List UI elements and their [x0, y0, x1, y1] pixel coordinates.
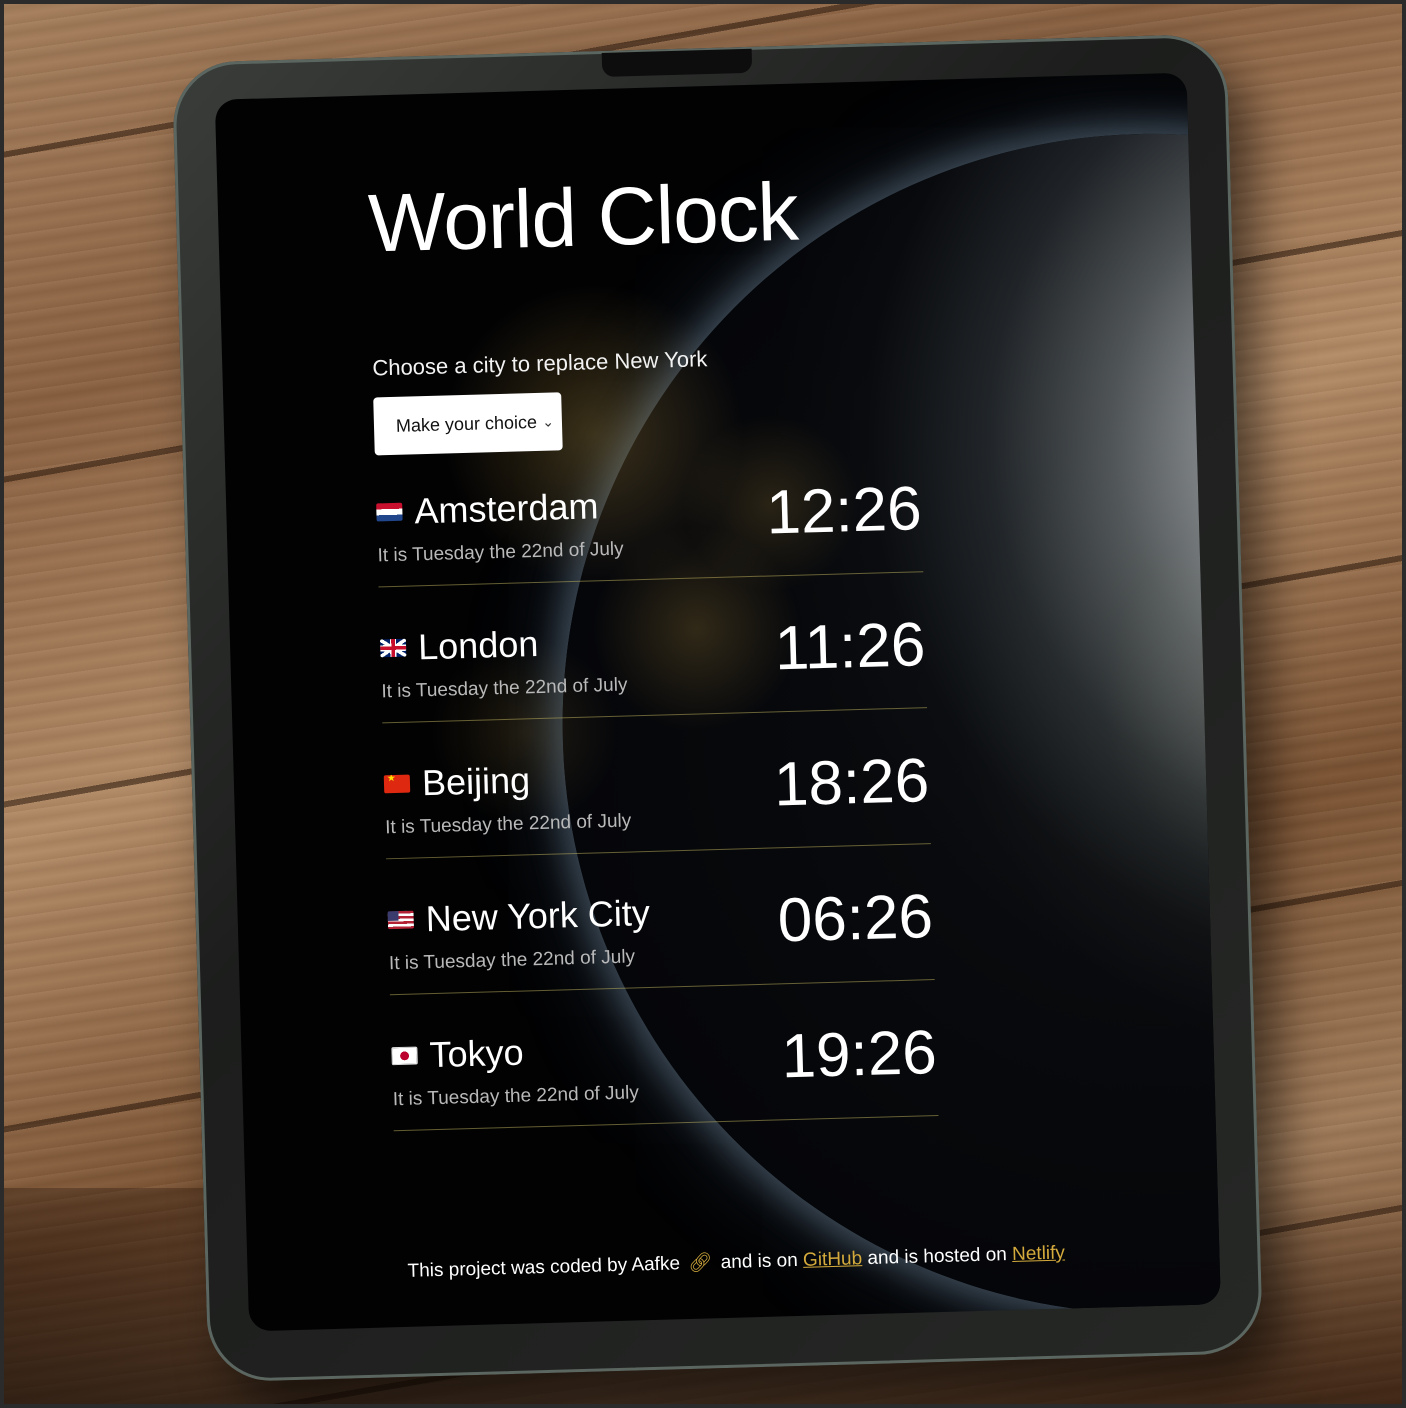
city-date: It is Tuesday the 22nd of July	[381, 674, 628, 703]
city-row-tokyo: Tokyo It is Tuesday the 22nd of July 19:…	[390, 1006, 939, 1132]
main-content: World Clock Choose a city to replace New…	[367, 166, 954, 1157]
flag-china-icon	[383, 774, 411, 794]
footer-hosted-text: and is hosted on	[867, 1244, 1008, 1270]
city-time: 11:26	[773, 610, 927, 684]
city-date: It is Tuesday the 22nd of July	[384, 810, 632, 839]
city-row-new-york: New York City It is Tuesday the 22nd of …	[386, 870, 935, 996]
city-row-beijing: Beijing It is Tuesday the 22nd of July 1…	[383, 734, 931, 860]
flag-netherlands-icon	[376, 502, 403, 522]
page-title: World Clock	[367, 166, 799, 270]
city-time: 19:26	[780, 1018, 938, 1092]
city-select-label: Choose a city to replace New York	[372, 346, 708, 381]
tablet-device: World Clock Choose a city to replace New…	[171, 33, 1264, 1383]
city-row-amsterdam: Amsterdam It is Tuesday the 22nd of July…	[375, 462, 924, 588]
city-date: It is Tuesday the 22nd of July	[377, 538, 624, 567]
city-time: 18:26	[773, 746, 931, 820]
wood-table-background: World Clock Choose a city to replace New…	[0, 0, 1406, 1408]
link-icon[interactable]: 🔗︎	[688, 1250, 713, 1275]
tablet-camera-notch	[601, 48, 753, 77]
city-name: London	[417, 622, 539, 668]
city-name: Beijing	[421, 759, 531, 804]
city-date: It is Tuesday the 22nd of July	[388, 946, 636, 975]
city-select-dropdown[interactable]: Make your choice ⌄	[373, 392, 563, 456]
city-select-value: Make your choice	[395, 411, 538, 436]
city-name: Tokyo	[428, 1031, 525, 1076]
chevron-down-icon: ⌄	[541, 412, 555, 430]
city-time: 12:26	[765, 474, 923, 548]
city-list: Amsterdam It is Tuesday the 22nd of July…	[375, 462, 939, 1132]
app-screen: World Clock Choose a city to replace New…	[214, 72, 1221, 1332]
flag-japan-icon	[391, 1046, 418, 1066]
city-date: It is Tuesday the 22nd of July	[392, 1082, 640, 1111]
flag-usa-icon	[387, 910, 415, 930]
github-link[interactable]: GitHub	[803, 1248, 863, 1271]
flag-uk-icon	[379, 638, 407, 658]
city-time: 06:26	[776, 882, 934, 956]
city-row-london: London It is Tuesday the 22nd of July 11…	[379, 598, 928, 724]
footer-middle-text: and is on	[720, 1249, 799, 1274]
netlify-link[interactable]: Netlify	[1012, 1243, 1065, 1265]
city-name: New York City	[425, 891, 651, 940]
city-name: Amsterdam	[413, 485, 599, 532]
